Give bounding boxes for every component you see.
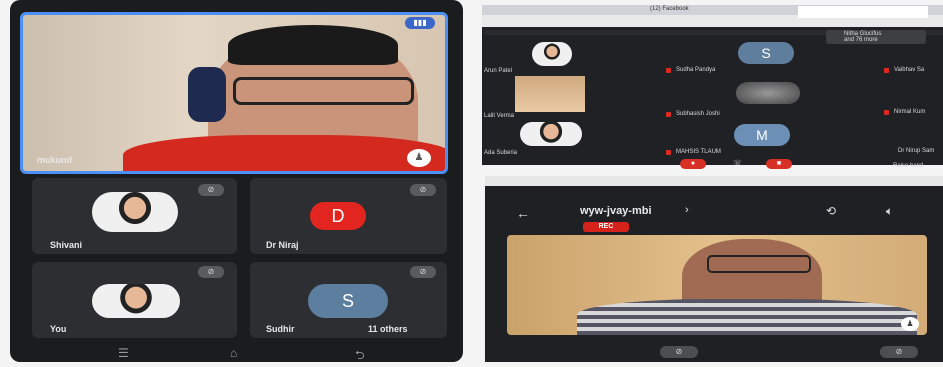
participant-name: You (50, 324, 67, 334)
speaker-icon[interactable]: 🔈︎ (886, 204, 893, 219)
participant-name: Sudha Pandya (676, 67, 716, 73)
participant-name: Dr Nirup Sam (898, 148, 935, 154)
menu-icon[interactable]: ☰ (118, 346, 129, 360)
recording-badge: REC (583, 222, 629, 232)
avatar: S (308, 284, 388, 318)
participant-name: MAHSIS TLAUM (676, 149, 721, 155)
mic-off-icon: ⊘ (198, 184, 224, 196)
participant-name: Nirmal Kum (894, 109, 926, 115)
browser-tab[interactable]: (12) Facebook (650, 6, 689, 12)
participant-tile-dr-niraj[interactable]: ⊘ D Dr Niraj (250, 178, 447, 254)
main-speaker-video[interactable]: mukund ▮▮▮ ♟ (20, 12, 448, 174)
participant-name: Sudhir (266, 324, 295, 334)
avatar-m: M (734, 124, 790, 146)
android-nav-bar: ☰ ⌂ ⮌ (30, 346, 450, 362)
participant-name: Vaibhav Sa (894, 67, 925, 73)
participant-tile-you[interactable]: ⊘ You (32, 262, 237, 338)
speaker-shirt (123, 135, 445, 171)
mic-off-icon[interactable]: ⊘ (660, 346, 698, 358)
meeting-code-arrow[interactable]: › (685, 204, 689, 216)
meeting-info-pill[interactable]: Nitha Glucifus and 76 more (826, 30, 926, 44)
participant-name: Arun Patel (484, 68, 513, 74)
meeting-info-sub: and 76 more (844, 37, 878, 43)
speaker-shirt (577, 299, 917, 335)
pin-icon[interactable]: ♟ (901, 317, 919, 331)
avatar (92, 192, 178, 232)
mic-off-icon (666, 150, 671, 155)
switch-camera-icon[interactable]: ⟲ (826, 204, 836, 218)
participant-name: Shivani (50, 240, 83, 250)
mic-off-icon: ⊘ (198, 266, 224, 278)
main-speaker-name: mukund (37, 155, 72, 165)
main-speaker-video-2[interactable]: ♟ (507, 235, 927, 335)
avatar (736, 82, 800, 104)
glasses (233, 77, 414, 105)
camera-toggle-button[interactable]: ■ (766, 159, 792, 169)
speaker-hair (228, 25, 398, 65)
participant-name: Lalit Verma (484, 113, 515, 119)
participant-video (515, 76, 585, 112)
meeting-code[interactable]: wyw-jvay-mbi (580, 205, 652, 217)
participant-name: Subhasish Joshi (676, 111, 720, 117)
raise-hand-label[interactable]: Raise hand (893, 163, 923, 169)
avatar (532, 42, 572, 66)
avatar-s: S (738, 42, 794, 64)
hangup-icon[interactable]: ☏ (733, 159, 747, 169)
avatar (92, 284, 180, 318)
participant-name: Dr Niraj (266, 240, 299, 250)
mic-off-icon (884, 68, 889, 73)
window-controls (798, 6, 928, 18)
laptop-taskbar (485, 176, 943, 186)
mic-off-icon (666, 68, 671, 73)
home-icon[interactable]: ⌂ (230, 346, 237, 360)
mic-off-icon: ⊘ (410, 184, 436, 196)
mic-off-icon (666, 112, 671, 117)
back-arrow-icon[interactable]: ← (516, 205, 530, 221)
avatar: D (310, 202, 366, 230)
headphone-icon (188, 67, 226, 122)
avatar (520, 122, 582, 146)
pin-icon[interactable]: ♟ (407, 149, 431, 167)
mic-off-icon[interactable]: ⊘ (880, 346, 918, 358)
others-count: 11 others (368, 324, 408, 334)
mic-off-icon (884, 110, 889, 115)
participant-name: Ada Suberia (484, 150, 518, 156)
mic-off-icon: ⊘ (410, 266, 436, 278)
back-icon[interactable]: ⮌ (355, 346, 365, 367)
participant-tile-shivani[interactable]: ⊘ Shivani (32, 178, 237, 254)
participant-tile-others[interactable]: ⊘ S Sudhir 11 others (250, 262, 447, 338)
audio-level-icon: ▮▮▮ (405, 17, 435, 29)
glasses (707, 255, 811, 273)
mic-toggle-button[interactable]: ● (680, 159, 706, 169)
